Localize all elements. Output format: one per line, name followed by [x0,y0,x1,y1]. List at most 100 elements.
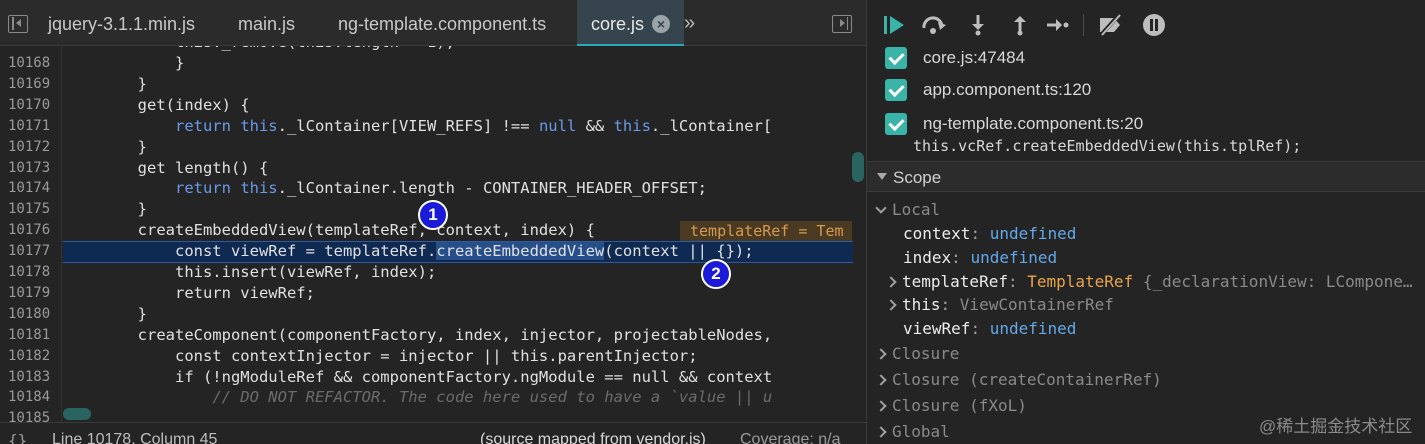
tab-jquery[interactable]: jquery-3.1.1.min.js [48,0,195,46]
deactivate-breakpoints-icon[interactable] [1097,12,1123,38]
scope-group-label: Closure [892,344,960,363]
line-number[interactable]: 10172 [8,139,50,155]
code-line: return viewRef; [174,283,315,302]
line-number: 10167 [8,46,50,50]
line-number[interactable]: 10180 [8,306,50,322]
scope-variable[interactable]: templateRef: TemplateRef {_declarationVi… [885,272,1413,291]
line-number[interactable]: 10169 [8,76,50,92]
navigator-toggle-icon[interactable] [8,15,28,33]
watermark: @稀土掘金技术社区 [1259,417,1413,436]
pretty-print-icon[interactable]: {} [8,431,27,444]
code-keyword: this [240,179,278,198]
line-number[interactable]: 10183 [8,369,50,385]
scope-group-label: Closure (fXoL) [892,396,1027,415]
breakpoint-label: app.component.ts:120 [923,80,1092,99]
selected-text: createEmbeddedView [436,242,605,261]
tab-main-js[interactable]: main.js [238,0,295,46]
breakpoint-item[interactable]: core.js:47484 [867,44,1425,74]
line-number[interactable]: 10168 [8,55,50,71]
breakpoint-checkbox[interactable] [885,113,907,135]
step-over-icon[interactable] [921,12,947,38]
scope-variable[interactable]: context: undefined [903,224,1076,243]
line-number[interactable]: 10177 [8,243,50,259]
chevron-right-icon[interactable] [885,299,897,311]
code-line: if (!ngModuleRef && componentFactory.ngM… [174,367,773,386]
code-line: } [137,304,147,323]
code-line: } [137,200,147,219]
breakpoint-checkbox[interactable] [885,47,907,69]
line-number[interactable]: 10182 [8,348,50,364]
line-number: 10185 [8,410,51,422]
scope-title: Scope [893,168,942,187]
code-line: } [137,137,147,156]
inline-variable-value: templateRef = Tem [680,221,852,241]
breakpoint-item[interactable]: ng-template.component.ts:20 [867,110,1425,140]
close-icon[interactable]: × [652,15,671,33]
tab-ng-template[interactable]: ng-template.component.ts [338,0,546,46]
scope-group-label: Closure (createContainerRef) [892,370,1162,389]
line-number[interactable]: 10176 [8,222,50,238]
scope-variable[interactable]: viewRef: undefined [903,319,1076,338]
code-line: this._remove(this.length - 1); [63,46,455,51]
more-tabs-icon[interactable]: » [684,12,695,35]
scope-group-label: Local [892,200,941,219]
code-line: get(index) { [137,95,250,114]
code-token: return [174,116,241,135]
variable-value: undefined [970,248,1058,267]
cursor-position: Line 10178, Column 45 [52,431,218,444]
line-number[interactable]: 10171 [8,118,50,134]
variable-name: this [902,295,941,314]
scope-variable[interactable]: index: undefined [903,248,1057,267]
line-number[interactable]: 10178 [8,264,50,280]
scope-group-closure[interactable]: Closure (fXoL) [875,396,1027,415]
tab-core-js[interactable]: core.js × [577,0,685,46]
variable-value: undefined [989,224,1077,243]
variable-name: context [903,224,971,243]
code-keyword: this [240,116,278,135]
scope-group-global[interactable]: Global [875,422,950,441]
line-number[interactable]: 10184 [8,389,50,405]
resume-icon[interactable] [881,12,907,38]
line-number[interactable]: 10181 [8,327,50,343]
scope-group-local[interactable]: Local [875,200,941,219]
breakpoint-code-snippet: this.vcRef.createEmbeddedView(this.tplRe… [913,137,1302,155]
debugger-toggle-icon[interactable] [832,15,852,33]
step-out-icon[interactable] [1007,12,1033,38]
debugger-sidebar: core.js:47484 app.component.ts:120 ng-te… [866,0,1425,444]
line-number[interactable]: 10179 [8,285,50,301]
source-map-link[interactable]: (source mapped from vendor.js) [480,431,706,444]
tab-core-js-label: core.js [591,14,645,34]
variable-value: undefined [989,319,1077,338]
code-line: // DO NOT REFACTOR. The code here used t… [212,388,773,407]
variable-preview: {_declarationView: LCompone… [1142,272,1413,291]
horizontal-scrollbar-thumb[interactable] [63,408,91,420]
scope-section-header[interactable]: Scope [867,161,1425,192]
step-icon[interactable] [1045,12,1071,38]
scope-group-closure[interactable]: Closure [875,344,960,363]
pause-on-exceptions-icon[interactable] [1141,12,1167,38]
colon-separator: : [940,295,960,314]
line-number[interactable]: 10173 [8,160,50,176]
chevron-right-icon[interactable] [885,276,897,288]
step-into-icon[interactable] [965,12,991,38]
breakpoint-checkbox[interactable] [885,79,907,101]
chevron-right-icon [875,426,887,438]
colon-separator: : [970,224,990,243]
code-line: this.insert(viewRef, index); [174,263,437,281]
toolbar-divider [1083,14,1084,36]
line-number-gutter[interactable]: 10168 10169 10170 10171 10172 10173 10174 10175… [0,46,62,422]
colon-separator: : [1007,272,1028,291]
annotation-badge-1: 1 [418,200,448,230]
scope-group-closure[interactable]: Closure (createContainerRef) [875,370,1162,389]
breakpoint-item[interactable]: app.component.ts:120 [867,76,1425,106]
line-number[interactable]: 10174 [8,180,50,196]
code-line: } [174,54,185,72]
variable-name: templateRef [902,272,1008,291]
code-line: const contextInjector = injector || this… [174,346,698,365]
vertical-scrollbar-thumb[interactable] [852,152,864,182]
scope-variable[interactable]: this: ViewContainerRef [885,295,1114,314]
variable-value: TemplateRef [1027,272,1134,291]
line-number[interactable]: 10175 [8,201,50,217]
line-number[interactable]: 10170 [8,97,50,113]
